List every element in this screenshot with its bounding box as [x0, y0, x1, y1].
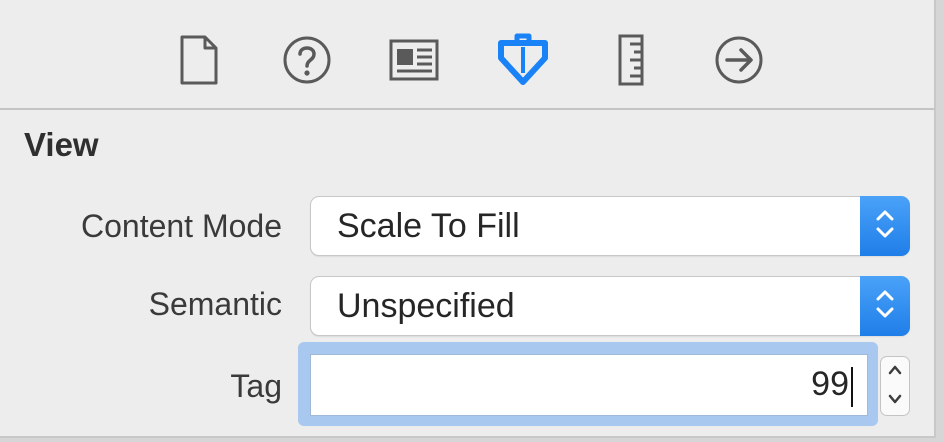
document-icon [179, 34, 219, 86]
semantic-label: Semantic [148, 286, 282, 322]
tag-stepper[interactable] [880, 356, 910, 416]
tab-identity-inspector[interactable] [386, 32, 442, 88]
tab-attributes-inspector[interactable] [495, 32, 551, 88]
semantic-popup-arrows[interactable] [860, 276, 910, 336]
tab-size-inspector[interactable] [603, 32, 659, 88]
tab-quick-help[interactable] [279, 32, 335, 88]
inspector-toolbar [0, 0, 934, 110]
section-title-view: View [24, 126, 99, 163]
identity-card-icon [388, 38, 440, 82]
content-mode-label: Content Mode [80, 208, 282, 244]
tag-field[interactable]: 99 [310, 354, 868, 416]
tag-value: 99 [811, 365, 849, 403]
semantic-value: Unspecified [337, 287, 515, 325]
tag-label: Tag [230, 368, 282, 404]
ruler-icon [616, 33, 646, 87]
arrow-circle-icon [714, 35, 764, 85]
chevron-up-icon [887, 363, 903, 381]
tag-stepper-increment[interactable] [881, 357, 909, 386]
attributes-inspector-panel: View Content Mode Scale To Fill Semantic… [0, 0, 936, 438]
text-caret [851, 367, 853, 407]
content-mode-popup[interactable]: Scale To Fill [310, 196, 910, 256]
content-mode-popup-arrows[interactable] [860, 196, 910, 256]
chevron-down-icon [887, 392, 903, 410]
tab-file-inspector[interactable] [171, 32, 227, 88]
tab-connections-inspector[interactable] [711, 32, 767, 88]
chevron-up-down-icon [873, 284, 897, 329]
chevron-up-down-icon [873, 204, 897, 249]
semantic-popup[interactable]: Unspecified [310, 276, 910, 336]
content-mode-value: Scale To Fill [337, 207, 520, 245]
tag-stepper-decrement[interactable] [881, 386, 909, 415]
question-icon [282, 35, 332, 85]
attributes-icon [496, 33, 550, 87]
